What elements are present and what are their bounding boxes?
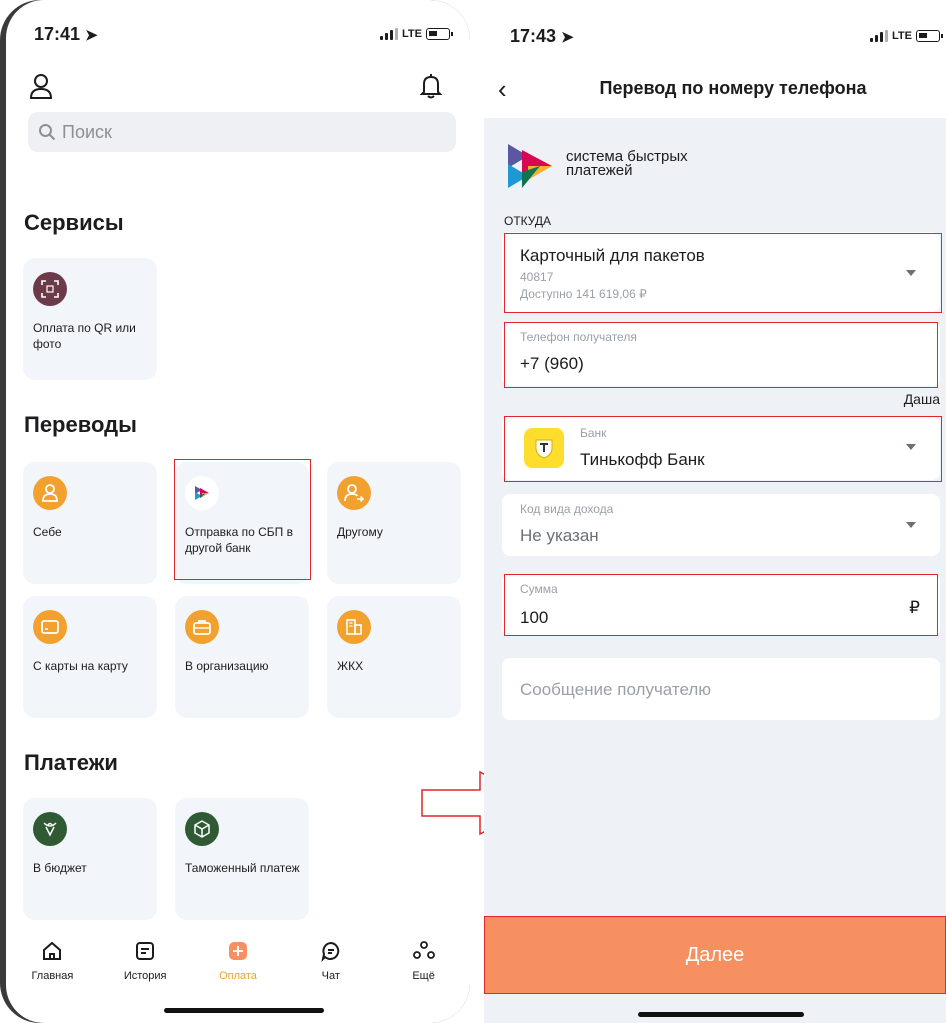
emblem-icon <box>33 812 67 846</box>
profile-icon[interactable] <box>28 72 54 100</box>
tile-label: С карты на карту <box>33 659 128 673</box>
tile-label: Себе <box>33 525 62 539</box>
income-code-value: Не указан <box>520 526 599 545</box>
section-title-payments: Платежи <box>24 750 118 775</box>
tile-label: В организацию <box>185 659 269 673</box>
sbp-brand-text: система быстрых платежей <box>566 149 688 179</box>
section-title-services: Сервисы <box>24 210 124 235</box>
transfer-screen: 17:43 ➤ LTE ‹ Перевод по номеру телефона… <box>484 0 946 1023</box>
tile-label: Оплата по QR или фото <box>33 321 136 351</box>
card-icon <box>33 610 67 644</box>
search-input[interactable]: Поиск <box>28 112 456 152</box>
message-placeholder: Сообщение получателю <box>520 680 712 699</box>
highlight-frame-phone <box>504 322 938 388</box>
search-placeholder: Поиск <box>62 121 112 142</box>
message-input[interactable]: Сообщение получателю <box>502 658 940 720</box>
briefcase-icon <box>185 610 219 644</box>
more-icon <box>412 941 435 959</box>
building-icon <box>337 610 371 644</box>
tile-label: Таможенный платеж <box>185 861 300 875</box>
plus-icon <box>228 942 247 960</box>
recipient-name: Даша <box>903 391 940 407</box>
income-code-select[interactable]: Код вида дохода Не указан <box>502 494 940 556</box>
nav-label: Главная <box>31 970 74 982</box>
page-title: Перевод по номеру телефона <box>599 78 867 98</box>
search-icon <box>39 124 56 141</box>
status-indicators: LTE <box>870 30 943 42</box>
highlight-frame-sbp <box>174 459 311 580</box>
sbp-logo-icon <box>508 144 552 188</box>
nav-home[interactable]: Главная <box>12 930 92 1000</box>
home-indicator <box>164 1008 324 1013</box>
highlight-frame-bank <box>504 416 942 482</box>
notifications-bell-icon[interactable] <box>418 72 444 100</box>
nav-label: История <box>123 970 167 982</box>
box-icon <box>185 812 219 846</box>
tile-utilities[interactable]: ЖКХ <box>327 596 461 718</box>
status-time: 17:41 <box>34 23 81 44</box>
status-time-group: 17:43 ➤ <box>510 26 574 47</box>
highlight-frame-account <box>504 233 942 313</box>
home-indicator <box>638 1012 804 1017</box>
nav-history[interactable]: История <box>105 930 185 1000</box>
bottom-navigation: Главная История Оплата Чат Ещё <box>6 930 470 1000</box>
tile-qr-payment[interactable]: Оплата по QR или фото <box>23 258 157 380</box>
tile-to-self[interactable]: Себе <box>23 462 157 584</box>
history-icon <box>136 942 155 960</box>
highlight-frame-amount <box>504 574 938 636</box>
tile-label: В бюджет <box>33 861 87 875</box>
chat-icon <box>321 941 340 962</box>
from-label: ОТКУДА <box>504 214 552 228</box>
network-type: LTE <box>402 28 422 40</box>
sbp-text-line2: платежей <box>566 162 633 179</box>
income-code-label: Код вида дохода <box>520 502 614 516</box>
chevron-down-icon <box>906 522 916 528</box>
tile-label: Другому <box>337 525 383 539</box>
nav-more[interactable]: Ещё <box>384 930 464 1000</box>
nav-label: Чат <box>321 970 340 982</box>
nav-label: Ещё <box>412 970 435 982</box>
nav-payment[interactable]: Оплата <box>198 930 278 1000</box>
tile-label: ЖКХ <box>337 659 364 673</box>
network-type: LTE <box>892 30 912 42</box>
signal-icon <box>870 30 889 42</box>
section-title-transfers: Переводы <box>24 412 137 437</box>
tile-budget[interactable]: В бюджет <box>23 798 157 920</box>
tile-to-other[interactable]: Другому <box>327 462 461 584</box>
user-send-icon <box>337 476 371 510</box>
signal-icon <box>380 28 399 40</box>
next-button[interactable]: Далее <box>484 916 946 994</box>
location-arrow-icon: ➤ <box>85 26 98 44</box>
qr-scan-icon <box>33 272 67 306</box>
status-time-group: 17:41 ➤ <box>34 24 98 45</box>
status-bar: 17:43 ➤ LTE <box>510 24 943 48</box>
tile-to-organization[interactable]: В организацию <box>175 596 309 718</box>
user-icon <box>33 476 67 510</box>
tile-card-to-card[interactable]: С карты на карту <box>23 596 157 718</box>
status-time: 17:43 <box>510 25 557 46</box>
status-bar: 17:41 ➤ LTE <box>34 22 453 46</box>
status-indicators: LTE <box>380 28 453 40</box>
nav-label: Оплата <box>219 970 257 982</box>
battery-icon <box>426 28 453 40</box>
home-icon <box>43 941 62 960</box>
payments-screen: 17:41 ➤ LTE Поиск Сервисы Оплата по QR и… <box>6 0 470 1023</box>
screenshot-stage: 17:41 ➤ LTE Поиск Сервисы Оплата по QR и… <box>0 0 946 1023</box>
nav-chat[interactable]: Чат <box>291 930 371 1000</box>
left-phone: 17:41 ➤ LTE Поиск Сервисы Оплата по QR и… <box>0 0 470 1023</box>
location-arrow-icon: ➤ <box>561 28 574 46</box>
tile-customs[interactable]: Таможенный платеж <box>175 798 309 920</box>
battery-icon <box>916 30 943 42</box>
header-area: 17:43 ➤ LTE ‹ Перевод по номеру телефона <box>484 0 946 118</box>
